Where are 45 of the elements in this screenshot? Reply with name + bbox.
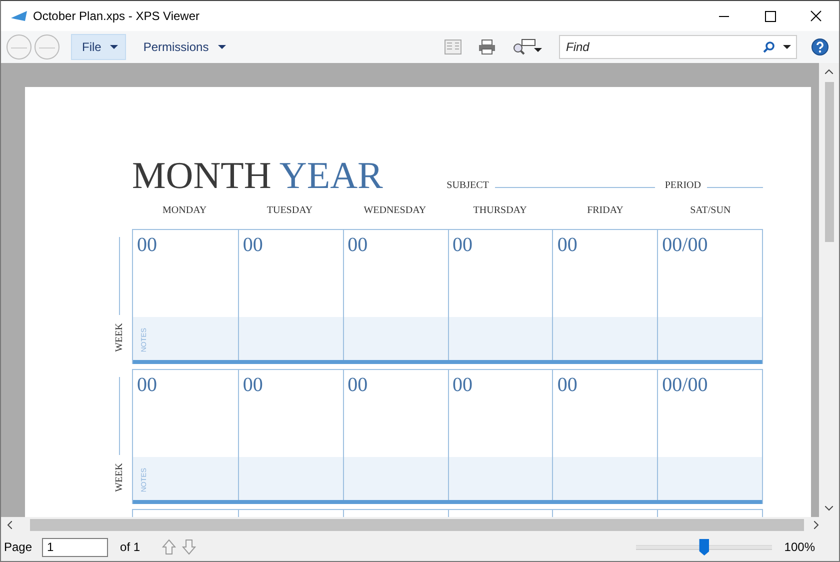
search-field[interactable]: Find — [559, 35, 797, 59]
menu-button[interactable]: Permissions — [132, 34, 234, 60]
day-number: 00 — [136, 373, 158, 397]
day-header: TUESDAY — [266, 205, 314, 218]
scroll-thumb[interactable] — [824, 82, 834, 242]
week-label: WEEK — [114, 463, 124, 492]
caret-icon — [110, 45, 118, 49]
day-number: 00 — [346, 233, 369, 257]
slider-thumb[interactable] — [699, 538, 710, 556]
app-icon — [11, 11, 27, 21]
day-number: 00 — [452, 373, 474, 397]
page-label: Page — [4, 540, 32, 554]
caret-icon — [218, 45, 226, 49]
day-number: 00 — [452, 233, 474, 257]
day-header: WEDNESDAY — [362, 205, 428, 218]
document-title: MONTH YEAR — [132, 157, 383, 195]
scroll-thumb[interactable] — [30, 519, 804, 531]
week-label: WEEK — [114, 323, 124, 352]
day-number: 00 — [556, 233, 578, 257]
window-title: October Plan.xps - XPS Viewer — [33, 9, 200, 23]
day-header: SAT/SUN — [689, 205, 732, 218]
help-icon[interactable] — [811, 38, 829, 56]
day-header: FRIDAY — [586, 205, 624, 218]
page-count: of 1 — [120, 540, 140, 554]
period-fill-in-line — [707, 187, 763, 188]
vertical-scrollbar[interactable] — [819, 63, 839, 517]
period-label: PERIOD — [664, 180, 701, 191]
day-header: THURSDAY — [472, 205, 528, 218]
menu-button[interactable]: File — [71, 34, 126, 60]
day-number: 00 — [556, 373, 578, 397]
day-number: 00 — [346, 373, 369, 397]
page-number-field[interactable]: 1 — [42, 538, 108, 556]
day-number: 00/00 — [661, 233, 709, 257]
caret-icon[interactable] — [783, 45, 791, 49]
printer-icon[interactable] — [478, 39, 496, 55]
zoom-icon[interactable] — [512, 39, 542, 55]
horizontal-scrollbar[interactable] — [1, 517, 839, 533]
search-icon[interactable] — [763, 41, 775, 53]
subject-label: SUBJECT — [446, 180, 489, 191]
day-number: 00 — [242, 373, 264, 397]
day-number: 00/00 — [661, 373, 709, 397]
day-number: 00 — [242, 233, 264, 257]
zoom-level: 100% — [784, 540, 815, 554]
day-number: 00 — [136, 233, 158, 257]
day-header: MONDAY — [162, 205, 208, 218]
